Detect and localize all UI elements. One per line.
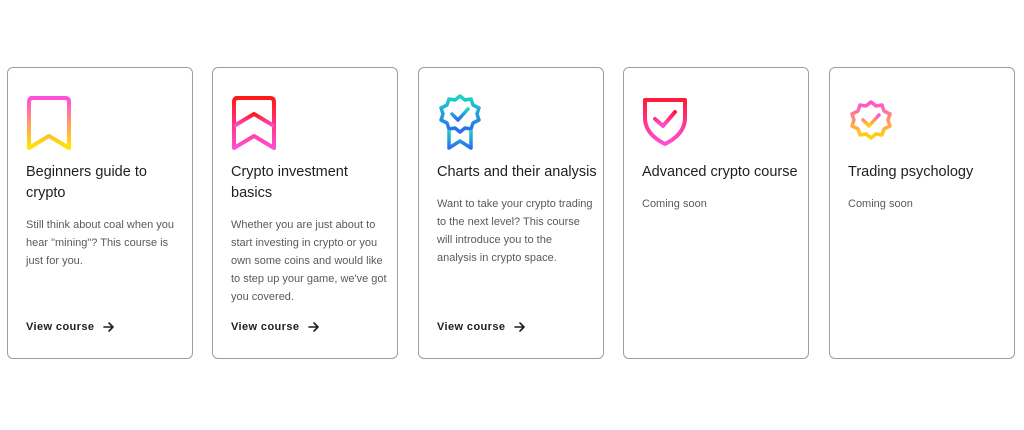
course-description: Want to take your crypto trading to the … [437,198,593,264]
shield-check-icon [641,92,689,154]
course-card-charts[interactable]: Charts and their analysis Want to take y… [418,67,604,359]
view-course-link[interactable]: View course [231,321,320,333]
view-course-label: View course [26,321,95,333]
course-cards: Beginners guide to crypto Still think ab… [7,67,1017,361]
chevron-bookmark-icon [230,92,278,154]
course-title: Crypto investment basics [231,164,348,201]
course-description: Still think about coal when you hear "mi… [26,219,174,267]
view-course-label: View course [437,321,506,333]
view-course-link[interactable]: View course [26,321,115,333]
course-card-investment[interactable]: Crypto investment basics Whether you are… [212,67,398,359]
verified-badge-icon [847,92,895,154]
arrow-right-icon [308,322,320,332]
course-description: Coming soon [642,198,707,210]
course-title: Charts and their analysis [437,164,597,180]
view-course-label: View course [231,321,300,333]
course-title: Advanced crypto course [642,164,798,180]
award-badge-icon [436,92,484,154]
course-title: Beginners guide to crypto [26,164,147,201]
course-card-advanced[interactable]: Advanced crypto course Coming soon [623,67,809,359]
course-card-psychology[interactable]: Trading psychology Coming soon [829,67,1015,359]
arrow-right-icon [514,322,526,332]
arrow-right-icon [103,322,115,332]
course-card-beginners[interactable]: Beginners guide to crypto Still think ab… [7,67,193,359]
course-title: Trading psychology [848,164,974,180]
course-description: Coming soon [848,198,913,210]
view-course-link[interactable]: View course [437,321,526,333]
course-description: Whether you are just about to start inve… [231,219,387,303]
bookmark-icon [25,92,73,154]
